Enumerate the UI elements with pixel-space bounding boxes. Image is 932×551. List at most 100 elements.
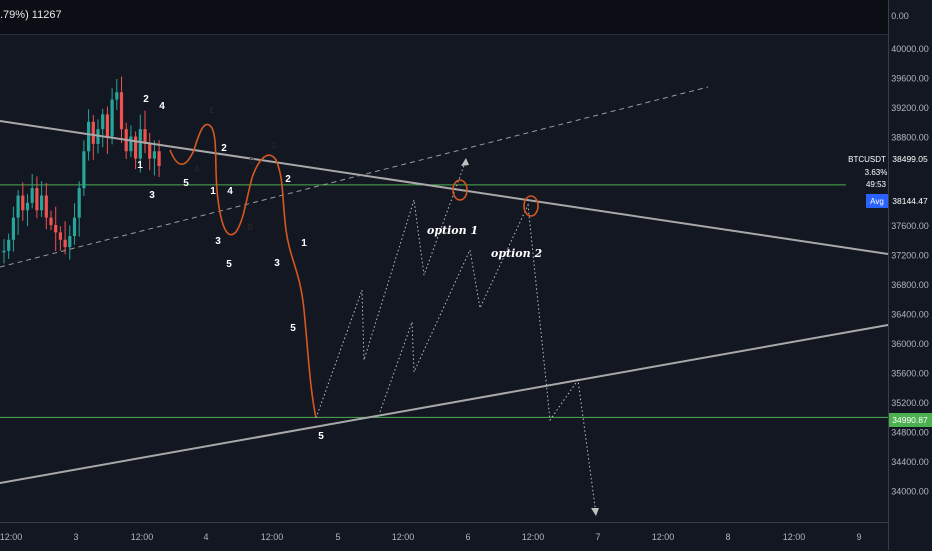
candle-body bbox=[91, 121, 95, 144]
candle-body bbox=[16, 195, 20, 218]
time-tick-label: 12:00 bbox=[0, 532, 22, 542]
time-tick-label: 8 bbox=[725, 532, 730, 542]
candle-body bbox=[68, 236, 72, 248]
time-tick-label: 4 bbox=[203, 532, 208, 542]
candle-body bbox=[87, 121, 91, 152]
projection-arrow-2 bbox=[591, 508, 599, 516]
candle-body bbox=[40, 195, 44, 211]
time-tick-label: 12:00 bbox=[783, 532, 806, 542]
time-tick-label: 12:00 bbox=[392, 532, 415, 542]
price-tick-label: 35200.00 bbox=[891, 398, 929, 408]
wave-count-label: 3 bbox=[215, 236, 221, 247]
candle-body bbox=[58, 232, 62, 240]
projection-option-2 bbox=[379, 203, 597, 515]
symbol-label: BTCUSDT bbox=[848, 155, 886, 164]
wave-count-label: 5 bbox=[183, 178, 189, 189]
candle-body bbox=[77, 188, 81, 218]
candle-body bbox=[21, 195, 25, 211]
candle-body bbox=[105, 114, 109, 137]
time-tick-label: 12:00 bbox=[652, 532, 675, 542]
candle-body bbox=[82, 151, 86, 189]
price-tick-label: 36800.00 bbox=[891, 280, 929, 290]
price-tick-label: 36000.00 bbox=[891, 339, 929, 349]
candle-body bbox=[44, 195, 48, 218]
price-tick-label: 34000.00 bbox=[891, 487, 929, 497]
sub-wave-label: A bbox=[194, 165, 200, 174]
time-tick-label: 12:00 bbox=[522, 532, 545, 542]
candle-body bbox=[2, 250, 6, 253]
time-tick-label: 7 bbox=[595, 532, 600, 542]
wave-count-label: 2 bbox=[285, 174, 291, 185]
wave-count-label: 1 bbox=[301, 238, 307, 249]
wave-count-label: 5 bbox=[226, 259, 232, 270]
touch-circle-2 bbox=[523, 195, 539, 217]
candle-body bbox=[25, 202, 30, 211]
price-tick-label: 39600.00 bbox=[891, 74, 929, 84]
wave-count-label: 3 bbox=[149, 190, 155, 201]
support-value: 34990.87 bbox=[892, 415, 928, 425]
option-2-label: option 2 bbox=[491, 247, 542, 260]
projection-option-1 bbox=[315, 159, 467, 419]
wave-count-label: 5 bbox=[290, 323, 296, 334]
candle-body bbox=[119, 92, 124, 130]
wave-count-label: 2 bbox=[221, 143, 227, 154]
sub-wave-label: B bbox=[247, 223, 252, 232]
price-tick-label: 37200.00 bbox=[891, 251, 929, 261]
price-tick-label: 36400.00 bbox=[891, 310, 929, 320]
chart-canvas[interactable]: option 1option 2241351 435221355EABCD BTCU… bbox=[0, 0, 932, 550]
avg-value: 38144.47 bbox=[892, 196, 928, 206]
wave-count-label: 1 bbox=[210, 186, 216, 197]
candle-body bbox=[7, 239, 11, 251]
wave-count-label: 4 bbox=[227, 186, 233, 197]
candle-body bbox=[101, 114, 105, 130]
time-tick-label: 3 bbox=[73, 532, 78, 542]
sub-wave-label: D bbox=[249, 157, 255, 166]
candle-body bbox=[35, 188, 39, 211]
candle-body bbox=[110, 99, 114, 137]
candle-body bbox=[157, 151, 161, 166]
price-tick-label: 35600.00 bbox=[891, 369, 929, 379]
labels: option 1option 2241351 435221355EABCD BTCU… bbox=[137, 94, 932, 442]
last-price-value: 38499.05 bbox=[892, 154, 928, 164]
candle-body bbox=[72, 217, 77, 237]
time-tick-label: 12:00 bbox=[261, 532, 284, 542]
candle-body bbox=[138, 129, 142, 159]
candle-body bbox=[115, 92, 119, 100]
option-1-label: option 1 bbox=[427, 224, 478, 237]
wave-count-label: 1 bbox=[137, 160, 143, 171]
dashed-channel-line bbox=[0, 86, 709, 268]
sub-wave-label: C bbox=[271, 141, 277, 150]
candle-body bbox=[134, 136, 138, 159]
time-tick-label: 12:00 bbox=[131, 532, 154, 542]
price-tick-label: 37600.00 bbox=[891, 221, 929, 231]
candle-body bbox=[63, 239, 67, 248]
lower-trendline bbox=[0, 324, 889, 484]
candle-body bbox=[11, 217, 15, 240]
time-tick-label: 9 bbox=[856, 532, 861, 542]
price-tick-label: 34400.00 bbox=[891, 457, 929, 467]
wave-count-label: 2 bbox=[143, 94, 149, 105]
candle-body bbox=[129, 136, 133, 152]
price-tick-label: 34800.00 bbox=[891, 428, 929, 438]
candle-body bbox=[30, 188, 34, 203]
candle-body bbox=[148, 143, 152, 159]
candle-body bbox=[152, 151, 156, 159]
axis-labels: 40000.00 39600.00 39200.00 38800.00 37600.00… bbox=[0, 11, 929, 542]
avg-label: Avg bbox=[870, 197, 884, 206]
candle-body bbox=[49, 217, 53, 225]
price-corner-label: 0.00 bbox=[891, 11, 909, 21]
sub-wave-label: E bbox=[209, 106, 214, 115]
price-tick-label: 39200.00 bbox=[891, 103, 929, 113]
time-tick-label: 6 bbox=[465, 532, 470, 542]
wave-count-label: 4 bbox=[159, 101, 165, 112]
drawings bbox=[0, 86, 889, 516]
wave-count-label: 3 bbox=[274, 258, 280, 269]
wave-count-label: 5 bbox=[318, 431, 324, 442]
change-pct-value: 3.63% bbox=[865, 168, 888, 177]
time-tick-label: 5 bbox=[335, 532, 340, 542]
price-tick-label: 40000.00 bbox=[891, 44, 929, 54]
wave-path bbox=[169, 123, 317, 419]
candle-body bbox=[54, 225, 58, 233]
countdown-value: 49:53 bbox=[866, 180, 887, 189]
projection-arrow-1 bbox=[461, 158, 469, 166]
